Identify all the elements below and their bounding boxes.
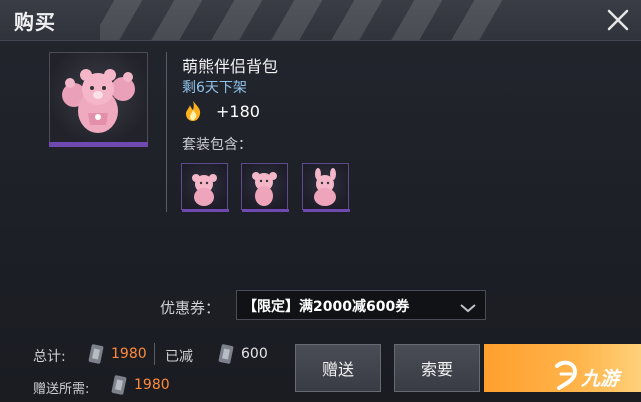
discount-label: 已减	[165, 349, 193, 365]
total-value: 1980	[111, 346, 147, 362]
close-icon[interactable]	[604, 6, 632, 34]
separator	[154, 343, 155, 365]
points-value: +180	[216, 102, 260, 121]
dialog-header: 购买	[0, 0, 641, 41]
divider	[166, 52, 167, 212]
bear-backpack-image	[252, 172, 277, 206]
watermark-logo: 九游	[553, 360, 641, 392]
set-item-2[interactable]	[241, 163, 289, 212]
coupon-coin-icon	[111, 374, 127, 396]
gift-cost-value: 1980	[134, 377, 170, 393]
purchase-dialog: 购买 萌熊伴侣背包 剩6天下架 +180 套装包含： 优惠券： 【限定】满200…	[0, 0, 641, 402]
item-expire-text: 剩6天下架	[182, 80, 247, 96]
coupon-label: 优惠券：	[160, 299, 221, 317]
flame-icon	[183, 100, 203, 122]
chevron-down-icon	[459, 299, 477, 313]
gift-cost-label: 赠送所需:	[33, 382, 90, 397]
total-label: 总计:	[33, 349, 66, 365]
header-decoration	[100, 0, 520, 40]
set-item-1[interactable]	[181, 163, 229, 212]
coupon-value: 【限定】满2000减600券	[243, 299, 410, 315]
rarity-bar	[182, 209, 229, 212]
coupon-coin-icon	[218, 343, 234, 365]
bear-backpack-image	[192, 174, 217, 206]
dialog-title: 购买	[14, 10, 56, 34]
discount-value: 600	[241, 346, 268, 362]
item-name: 萌熊伴侣背包	[182, 57, 279, 76]
bear-backpack-image	[314, 168, 336, 206]
watermark-text: 九游	[581, 368, 620, 390]
rarity-bar	[303, 209, 350, 212]
gift-button[interactable]: 赠送	[295, 344, 381, 392]
item-rarity-bar	[49, 142, 148, 147]
set-contents-label: 套装包含：	[182, 137, 252, 153]
request-button[interactable]: 索要	[394, 344, 480, 392]
item-thumbnail	[49, 52, 148, 144]
watermark-logo-icon	[555, 360, 578, 390]
rarity-bar	[242, 209, 289, 212]
set-item-3[interactable]	[302, 163, 350, 212]
coupon-select[interactable]: 【限定】满2000减600券	[236, 290, 486, 320]
coupon-coin-icon	[88, 343, 104, 365]
bear-backpack-image	[62, 69, 135, 133]
